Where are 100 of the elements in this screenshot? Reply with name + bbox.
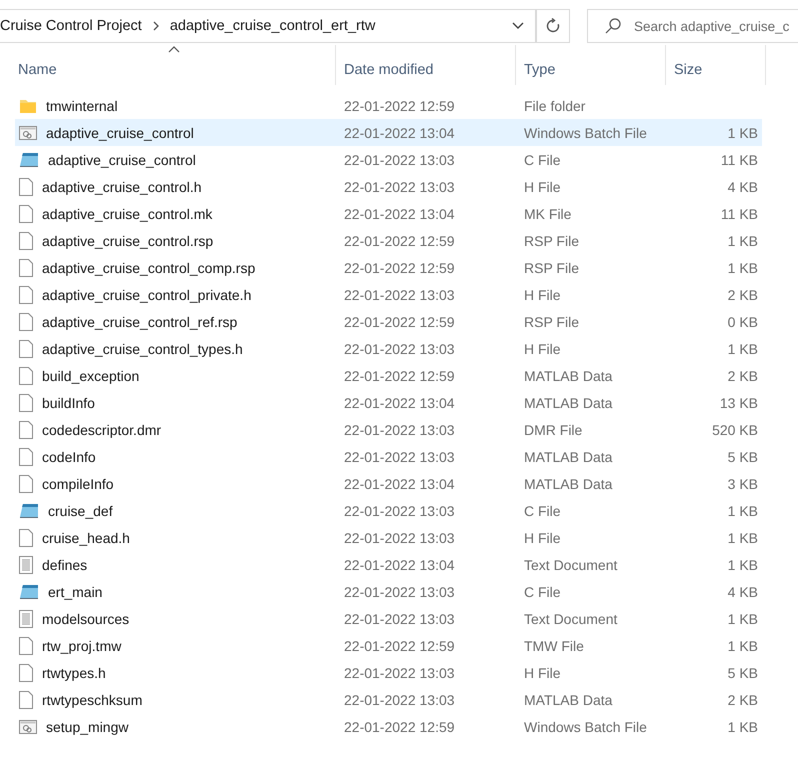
file-row[interactable]: buildInfo 22-01-2022 13:04 MATLAB Data 13 KB: [15, 389, 762, 416]
address-bar[interactable]: Cruise Control Project adaptive_cruise_control_ert_rtw: [0, 9, 500, 43]
file-row[interactable]: codedescriptor.dmr 22-01-2022 13:03 DMR File 520 KB: [15, 416, 762, 443]
type-cell-text: MATLAB Data: [523, 476, 614, 492]
file-icon: [19, 528, 33, 546]
file-name: cruise_def: [48, 502, 113, 518]
file-row[interactable]: codeInfo 22-01-2022 13:03 MATLAB Data 5 KB: [15, 443, 762, 470]
file-row[interactable]: adaptive_cruise_control_private.h 22-01-2022 13:03 H File 2 KB: [15, 281, 762, 308]
column-header[interactable]: Date modified: [336, 45, 516, 85]
file-icon: [19, 448, 33, 466]
date-cell-text: 22-01-2022 13:03: [343, 340, 456, 356]
file-icon: [19, 232, 33, 250]
type-cell-text: File folder: [523, 98, 586, 114]
file-row[interactable]: tmwinternal 22-01-2022 12:59 File folder: [15, 92, 762, 119]
date-cell-text: 22-01-2022 12:59: [343, 98, 456, 114]
search-field[interactable]: Search adaptive_cruise_c: [587, 9, 798, 43]
gear-file-icon: [19, 126, 37, 140]
type-cell-text: DMR File: [523, 422, 584, 438]
file-row[interactable]: adaptive_cruise_control.h 22-01-2022 13:03 H File 4 KB: [15, 173, 762, 200]
date-cell-text: 22-01-2022 12:59: [343, 232, 456, 248]
file-row[interactable]: adaptive_cruise_control_ref.rsp 22-01-2022 12:59 RSP File 0 KB: [15, 308, 762, 335]
file-name: adaptive_cruise_control.mk: [42, 206, 212, 222]
size-cell-text: 1 KB: [726, 638, 758, 654]
file-row[interactable]: adaptive_cruise_control 22-01-2022 13:03 C File 11 KB: [15, 146, 762, 173]
file-name: compileInfo: [42, 476, 114, 492]
type-cell-text: H File: [523, 664, 562, 680]
date-cell-text: 22-01-2022 13:03: [343, 286, 456, 302]
file-name: tmwinternal: [46, 98, 118, 114]
file-icon: [19, 340, 33, 358]
file-row[interactable]: cruise_def 22-01-2022 13:03 C File 1 KB: [15, 497, 762, 524]
type-cell-text: Text Document: [523, 610, 618, 626]
type-cell-text: C File: [523, 584, 562, 600]
date-cell-text: 22-01-2022 13:03: [343, 178, 456, 194]
size-cell-text: 5 KB: [726, 448, 758, 464]
file-name: buildInfo: [42, 394, 95, 410]
file-row[interactable]: adaptive_cruise_control_types.h 22-01-2022 13:03 H File 1 KB: [15, 335, 762, 362]
file-name: adaptive_cruise_control: [48, 152, 196, 168]
file-row[interactable]: adaptive_cruise_control.rsp 22-01-2022 12:59 RSP File 1 KB: [15, 227, 762, 254]
date-cell-text: 22-01-2022 13:03: [343, 584, 456, 600]
size-cell-text: 2 KB: [726, 286, 758, 302]
type-cell-text: H File: [523, 340, 562, 356]
column-header[interactable]: Name: [18, 45, 336, 85]
refresh-button[interactable]: [536, 9, 570, 43]
file-name: adaptive_cruise_control_comp.rsp: [42, 260, 256, 276]
type-cell-text: MATLAB Data: [523, 394, 614, 410]
date-cell-text: 22-01-2022 12:59: [343, 260, 456, 276]
date-cell-text: 22-01-2022 13:03: [343, 448, 456, 464]
file-name: build_exception: [42, 368, 140, 384]
file-icon: [19, 636, 33, 654]
file-row[interactable]: rtw_proj.tmw 22-01-2022 12:59 TMW File 1 KB: [15, 632, 762, 659]
column-header[interactable]: Size: [666, 45, 766, 85]
file-row[interactable]: compileInfo 22-01-2022 13:04 MATLAB Data 3 KB: [15, 470, 762, 497]
column-header[interactable]: Type: [516, 45, 666, 85]
file-row[interactable]: modelsources 22-01-2022 13:03 Text Document 1 KB: [15, 605, 762, 632]
date-cell-text: 22-01-2022 13:04: [343, 556, 456, 572]
search-icon: [605, 18, 621, 34]
file-row[interactable]: rtwtypes.h 22-01-2022 13:03 H File 5 KB: [15, 659, 762, 686]
file-name: modelsources: [42, 610, 130, 626]
file-row[interactable]: adaptive_cruise_control 22-01-2022 13:04 Windows Batch File 1 KB: [15, 119, 762, 146]
size-cell-text: 1 KB: [726, 530, 758, 546]
file-name: adaptive_cruise_control_ref.rsp: [42, 314, 238, 330]
caret-icon: [512, 22, 524, 30]
file-row[interactable]: rtwtypeschksum 22-01-2022 13:03 MATLAB Data 2 KB: [15, 686, 762, 713]
size-cell-text: 1 KB: [726, 232, 758, 248]
type-cell-text: H File: [523, 530, 562, 546]
chevron-icon: [152, 21, 160, 31]
notepad-icon: [19, 152, 39, 168]
file-icon: [19, 690, 33, 708]
file-row[interactable]: ert_main 22-01-2022 13:03 C File 4 KB: [15, 578, 762, 605]
date-cell-text: 22-01-2022 13:03: [343, 692, 456, 708]
file-row[interactable]: defines 22-01-2022 13:04 Text Document 1 KB: [15, 551, 762, 578]
type-cell-text: RSP File: [523, 314, 580, 330]
date-cell-text: 22-01-2022 13:03: [343, 530, 456, 546]
file-row[interactable]: setup_mingw 22-01-2022 12:59 Windows Batch File 1 KB: [15, 713, 762, 740]
type-cell-text: H File: [523, 286, 562, 302]
file-icon: [19, 204, 33, 222]
breadcrumb[interactable]: Cruise Control Project: [0, 18, 142, 34]
file-row[interactable]: adaptive_cruise_control_comp.rsp 22-01-2022 12:59 RSP File 1 KB: [15, 254, 762, 281]
file-row[interactable]: cruise_head.h 22-01-2022 13:03 H File 1 KB: [15, 524, 762, 551]
date-cell-text: 22-01-2022 13:04: [343, 206, 456, 222]
size-cell-text: 4 KB: [726, 178, 758, 194]
file-name: adaptive_cruise_control_types.h: [42, 340, 243, 356]
type-cell-text: Windows Batch File: [523, 718, 648, 734]
date-cell-text: 22-01-2022 13:04: [343, 394, 456, 410]
file-name: adaptive_cruise_control: [46, 124, 194, 140]
type-cell-text: H File: [523, 178, 562, 194]
file-name: defines: [42, 556, 88, 572]
file-row[interactable]: adaptive_cruise_control.mk 22-01-2022 13:04 MK File 11 KB: [15, 200, 762, 227]
refresh-icon: [545, 18, 561, 34]
size-cell-text: 1 KB: [726, 260, 758, 276]
file-icon: [19, 474, 33, 492]
file-icon: [19, 664, 33, 682]
type-cell-text: Text Document: [523, 556, 618, 572]
size-cell-text: 1 KB: [726, 718, 758, 734]
file-row[interactable]: build_exception 22-01-2022 12:59 MATLAB Data 2 KB: [15, 362, 762, 389]
file-name: cruise_head.h: [42, 530, 130, 546]
breadcrumb[interactable]: adaptive_cruise_control_ert_rtw: [170, 18, 376, 34]
file-icon: [19, 178, 33, 196]
date-cell-text: 22-01-2022 13:03: [343, 422, 456, 438]
date-cell-text: 22-01-2022 13:04: [343, 124, 456, 140]
